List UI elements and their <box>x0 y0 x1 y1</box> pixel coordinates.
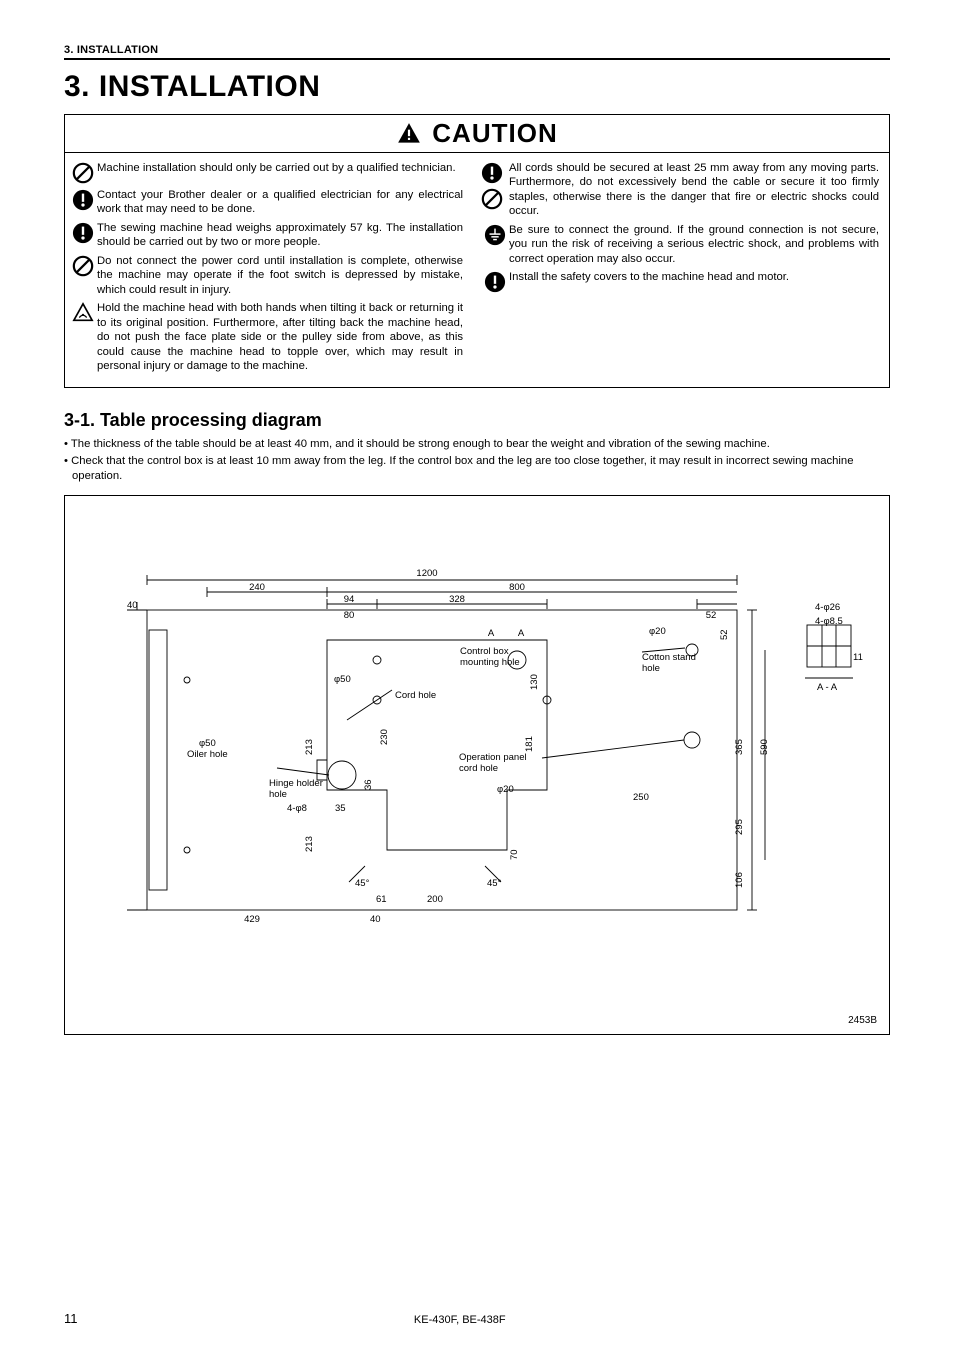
caution-col-left: Machine installation should only be carr… <box>65 153 477 387</box>
caution-text: Do not connect the power cord until inst… <box>97 254 463 297</box>
note-item: The thickness of the table should be at … <box>72 437 890 452</box>
table-processing-diagram: 1200 240 800 94 328 80 52 40 φ20 52 Cont… <box>64 495 890 1035</box>
caution-banner: CAUTION <box>65 115 889 153</box>
footer-model: KE-430F, BE-438F <box>414 1314 506 1326</box>
mandatory-icon <box>69 188 97 211</box>
dim-80: 80 <box>344 610 355 621</box>
note-item: Check that the control box is at least 1… <box>72 454 890 483</box>
dim-11: 11 <box>853 652 863 663</box>
dim-130: 130 <box>529 675 540 691</box>
dim-40: 40 <box>127 600 138 611</box>
dim-52v: 52 <box>719 630 730 641</box>
running-header: 3. INSTALLATION <box>64 44 890 56</box>
label-hinge1: Hinge holder <box>269 778 323 789</box>
dim-4phi85: 4-φ8.5 <box>815 616 843 627</box>
dim-94: 94 <box>344 594 355 605</box>
mandatory-icon <box>69 221 97 244</box>
label-AA: A - A <box>817 682 838 693</box>
diagram-code: 2453B <box>848 1015 877 1026</box>
header-rule <box>64 58 890 60</box>
dim-230: 230 <box>379 730 390 746</box>
dim-240: 240 <box>249 582 265 593</box>
label-oiler-phi: φ50 <box>199 738 216 749</box>
label-cotton2: hole <box>642 663 660 674</box>
label-cotton1: Cotton stand <box>642 652 696 663</box>
prohibit-icon <box>69 254 97 277</box>
dim-40a: 40 <box>370 914 381 925</box>
dim-106: 106 <box>734 873 745 889</box>
dim-45b: 45° <box>487 878 502 889</box>
dim-35: 35 <box>335 803 346 814</box>
dim-phi50: φ50 <box>334 674 351 685</box>
caution-text: Be sure to connect the ground. If the gr… <box>509 223 879 266</box>
chapter-title: 3. INSTALLATION <box>64 70 890 104</box>
caution-text: Contact your Brother dealer or a qualifi… <box>97 188 463 217</box>
warning-triangle-icon <box>396 121 422 147</box>
dim-800: 800 <box>509 582 525 593</box>
label-controlbox1: Control box <box>460 646 509 657</box>
dim-429: 429 <box>244 914 260 925</box>
dim-213: 213 <box>304 740 315 756</box>
dim-4phi8: 4-φ8 <box>287 803 307 814</box>
caution-text: Hold the machine head with both hands wh… <box>97 301 463 373</box>
dim-213b: 213 <box>304 837 315 853</box>
dim-phi20b: φ20 <box>497 784 514 795</box>
dim-1200: 1200 <box>416 568 437 579</box>
pinch-hazard-icon <box>69 301 97 324</box>
dim-36: 36 <box>363 780 374 791</box>
label-oiler: Oiler hole <box>187 749 228 760</box>
caution-box: CAUTION Machine installation should only… <box>64 114 890 388</box>
dim-200: 200 <box>427 894 443 905</box>
dim-250: 250 <box>633 792 649 803</box>
dim-61: 61 <box>376 894 387 905</box>
label-cordhole: Cord hole <box>395 690 436 701</box>
diagram-svg: 1200 240 800 94 328 80 52 40 φ20 52 Cont… <box>87 530 867 1000</box>
caution-text: All cords should be secured at least 25 … <box>509 161 879 219</box>
page-number: 11 <box>64 1311 78 1326</box>
label-controlbox2: mounting hole <box>460 657 520 668</box>
dim-phi20: φ20 <box>649 626 666 637</box>
ground-icon <box>481 223 509 246</box>
dim-365: 365 <box>734 740 745 756</box>
caution-col-right: All cords should be secured at least 25 … <box>477 153 889 387</box>
section-notes: The thickness of the table should be at … <box>64 437 890 483</box>
dim-181: 181 <box>524 737 535 753</box>
section-title: 3-1. Table processing diagram <box>64 410 890 431</box>
label-A: A <box>518 628 525 639</box>
dim-70: 70 <box>509 850 520 861</box>
label-op2: cord hole <box>459 763 498 774</box>
dim-590: 590 <box>759 740 770 756</box>
dim-45a: 45° <box>355 878 370 889</box>
caution-text: Machine installation should only be carr… <box>97 161 463 175</box>
mandatory-icon <box>481 270 509 293</box>
prohibit-icon <box>69 161 97 184</box>
prohibit-icon <box>481 188 503 210</box>
mandatory-icon <box>481 162 503 184</box>
dim-295: 295 <box>734 820 745 836</box>
caution-title: CAUTION <box>432 118 557 149</box>
label-op1: Operation panel <box>459 752 527 763</box>
caution-text: The sewing machine head weighs approxima… <box>97 221 463 250</box>
dim-4phi26: 4-φ26 <box>815 602 840 613</box>
label-hinge2: hole <box>269 789 287 800</box>
dim-52: 52 <box>706 610 717 621</box>
label-A: A <box>488 628 495 639</box>
caution-text: Install the safety covers to the machine… <box>509 270 879 284</box>
dim-328: 328 <box>449 594 465 605</box>
